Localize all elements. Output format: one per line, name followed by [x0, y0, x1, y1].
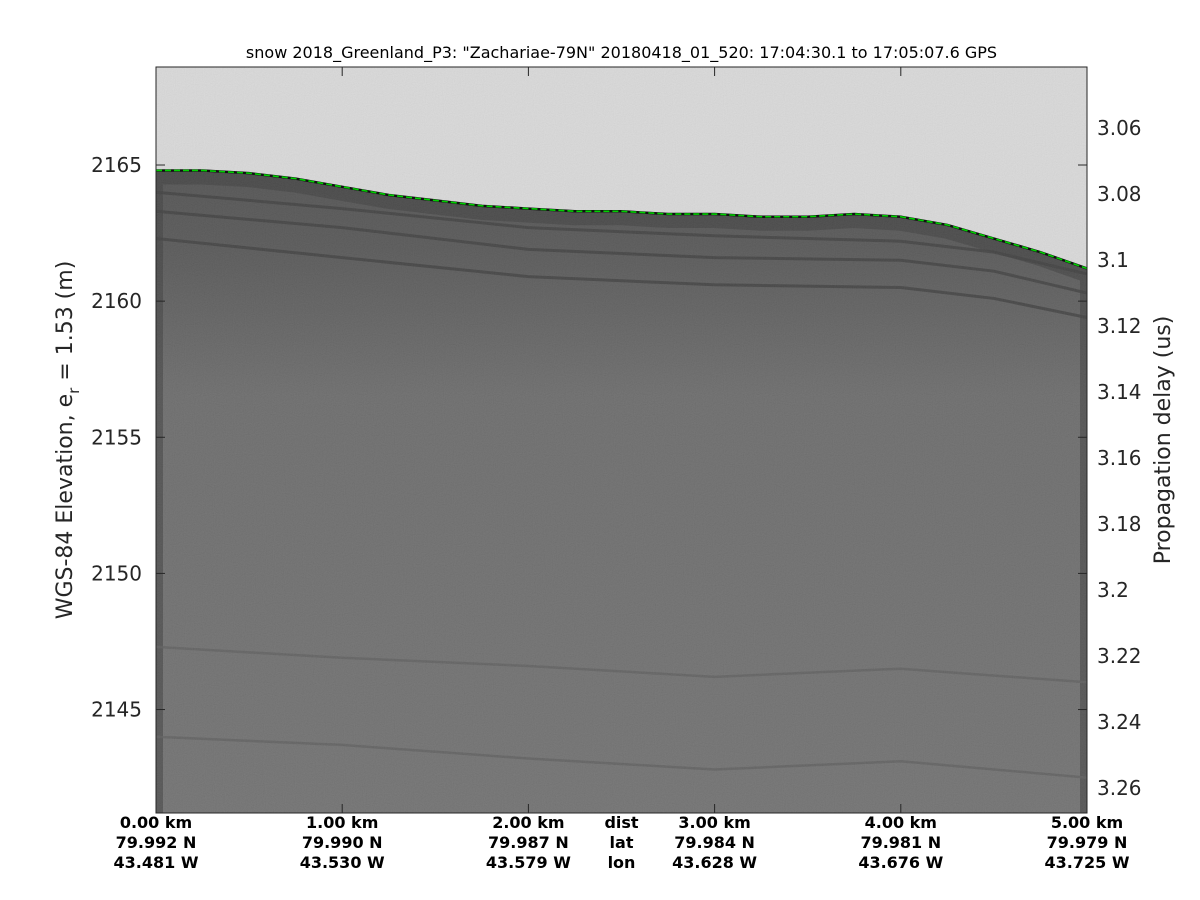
bottom-tick-lon-label: 43.579 W: [485, 853, 571, 872]
radar-echogram-figure: snow 2018_Greenland_P3: "Zachariae-79N" …: [0, 0, 1200, 900]
bottom-tick-lon-label: 43.628 W: [672, 853, 758, 872]
right-tick-label: 3.14: [1097, 380, 1142, 404]
right-tick-label: 3.26: [1097, 776, 1142, 800]
right-tick-label: 3.2: [1097, 578, 1129, 602]
right-tick-label: 3.22: [1097, 644, 1142, 668]
right-tick-label: 3.12: [1097, 314, 1142, 338]
right-y-axis: 3.06 3.08 3.1 3.12 3.14 3.16 3.18 3.2 3.22 3.24 3.…: [1087, 116, 1142, 800]
bottom-tick-dist-label: 1.00 km: [306, 813, 379, 832]
bottom-tick-dist-label: 0.00 km: [119, 813, 193, 832]
bottom-tick-lat-label: 79.992 N: [115, 833, 197, 852]
right-y-axis-label: Propagation delay (us): [1151, 316, 1176, 565]
bottom-tick-lon-label: 43.676 W: [858, 853, 944, 872]
right-tick-label: 3.24: [1097, 710, 1142, 734]
left-y-axis-label-suffix: = 1.53 (m): [53, 261, 78, 388]
right-tick-label: 3.18: [1097, 512, 1142, 536]
bottom-tick-dist-label: 4.00 km: [864, 813, 937, 832]
right-tick-label: 3.16: [1097, 446, 1142, 470]
plot-area: [156, 67, 1087, 813]
left-tick-label: 2165: [91, 153, 142, 177]
chart-title: snow 2018_Greenland_P3: "Zachariae-79N" …: [246, 43, 997, 63]
bottom-tick-lon-label: 43.481 W: [113, 853, 199, 872]
right-tick-label: 3.06: [1097, 116, 1142, 140]
left-y-axis-label: WGS-84 Elevation, er = 1.53 (m): [53, 261, 83, 620]
right-tick-label: 3.1: [1097, 248, 1129, 272]
bottom-row-label-lat: lat: [609, 833, 634, 852]
left-tick-label: 2155: [91, 425, 142, 449]
bottom-row-label-dist: dist: [604, 813, 639, 832]
bottom-tick-lat-label: 79.984 N: [674, 833, 755, 852]
bottom-tick-lat-label: 79.987 N: [488, 833, 569, 852]
bottom-tick-lon-label: 43.725 W: [1044, 853, 1130, 872]
bottom-tick-lat-label: 79.981 N: [860, 833, 942, 852]
bottom-tick-dist-label: 3.00 km: [678, 813, 751, 832]
bottom-tick-lat-label: 79.979 N: [1046, 833, 1128, 852]
echogram-chart: snow 2018_Greenland_P3: "Zachariae-79N" …: [53, 43, 1176, 814]
left-y-axis-label-prefix: WGS-84 Elevation, e: [53, 394, 78, 619]
left-tick-label: 2160: [91, 289, 142, 313]
bottom-tick-lon-label: 43.530 W: [299, 853, 385, 872]
bottom-tick-dist-label: 2.00 km: [492, 813, 565, 832]
left-tick-label: 2145: [91, 698, 142, 722]
right-tick-label: 3.08: [1097, 182, 1142, 206]
bottom-tick-dist-label: 5.00 km: [1050, 813, 1124, 832]
bottom-row-label-lon: lon: [607, 853, 636, 872]
left-tick-label: 2150: [91, 561, 142, 585]
bottom-tick-lat-label: 79.990 N: [301, 833, 383, 852]
